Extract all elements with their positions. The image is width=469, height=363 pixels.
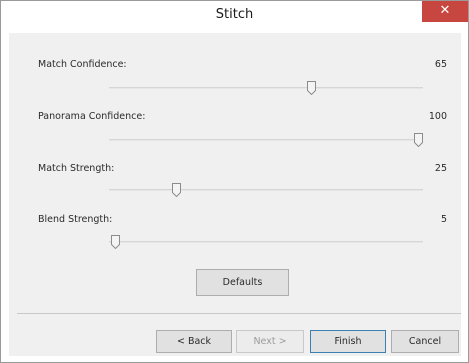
- dialog-body: Match Confidence: 65 Panorama Confidence…: [9, 33, 461, 356]
- cancel-button[interactable]: Cancel: [391, 330, 459, 353]
- blend-strength-value: 5: [440, 214, 447, 225]
- panorama-confidence-value: 100: [428, 111, 447, 122]
- match-confidence-slider-track[interactable]: [109, 87, 423, 89]
- title-bar: Stitch ✕: [1, 1, 468, 32]
- finish-button[interactable]: Finish: [310, 330, 386, 353]
- slider-thumb-icon: [172, 183, 181, 197]
- slider-thumb-icon: [414, 133, 423, 147]
- slider-thumb-icon: [307, 81, 316, 95]
- match-strength-slider-thumb[interactable]: [172, 183, 181, 197]
- close-button[interactable]: ✕: [422, 1, 468, 22]
- blend-strength-slider-thumb[interactable]: [111, 235, 120, 249]
- stitch-dialog: Stitch ✕ Match Confidence: 65 Panorama C…: [0, 0, 469, 363]
- match-strength-value: 25: [434, 163, 447, 174]
- window-title: Stitch: [215, 7, 254, 22]
- match-confidence-slider-thumb[interactable]: [307, 81, 316, 95]
- panorama-confidence-slider-thumb[interactable]: [414, 133, 423, 147]
- panorama-confidence-label: Panorama Confidence:: [38, 111, 146, 122]
- match-strength-label: Match Strength:: [38, 163, 115, 174]
- next-button[interactable]: Next >: [236, 330, 304, 353]
- button-separator: [17, 313, 461, 314]
- match-strength-slider-track[interactable]: [109, 189, 423, 191]
- blend-strength-slider-track[interactable]: [109, 241, 423, 243]
- match-confidence-label: Match Confidence:: [38, 59, 127, 70]
- blend-strength-label: Blend Strength:: [38, 214, 113, 225]
- defaults-button[interactable]: Defaults: [196, 269, 289, 296]
- match-confidence-value: 65: [434, 59, 447, 70]
- panorama-confidence-slider-track[interactable]: [109, 139, 423, 141]
- back-button[interactable]: < Back: [156, 330, 232, 353]
- slider-thumb-icon: [111, 235, 120, 249]
- close-icon: ✕: [439, 3, 451, 18]
